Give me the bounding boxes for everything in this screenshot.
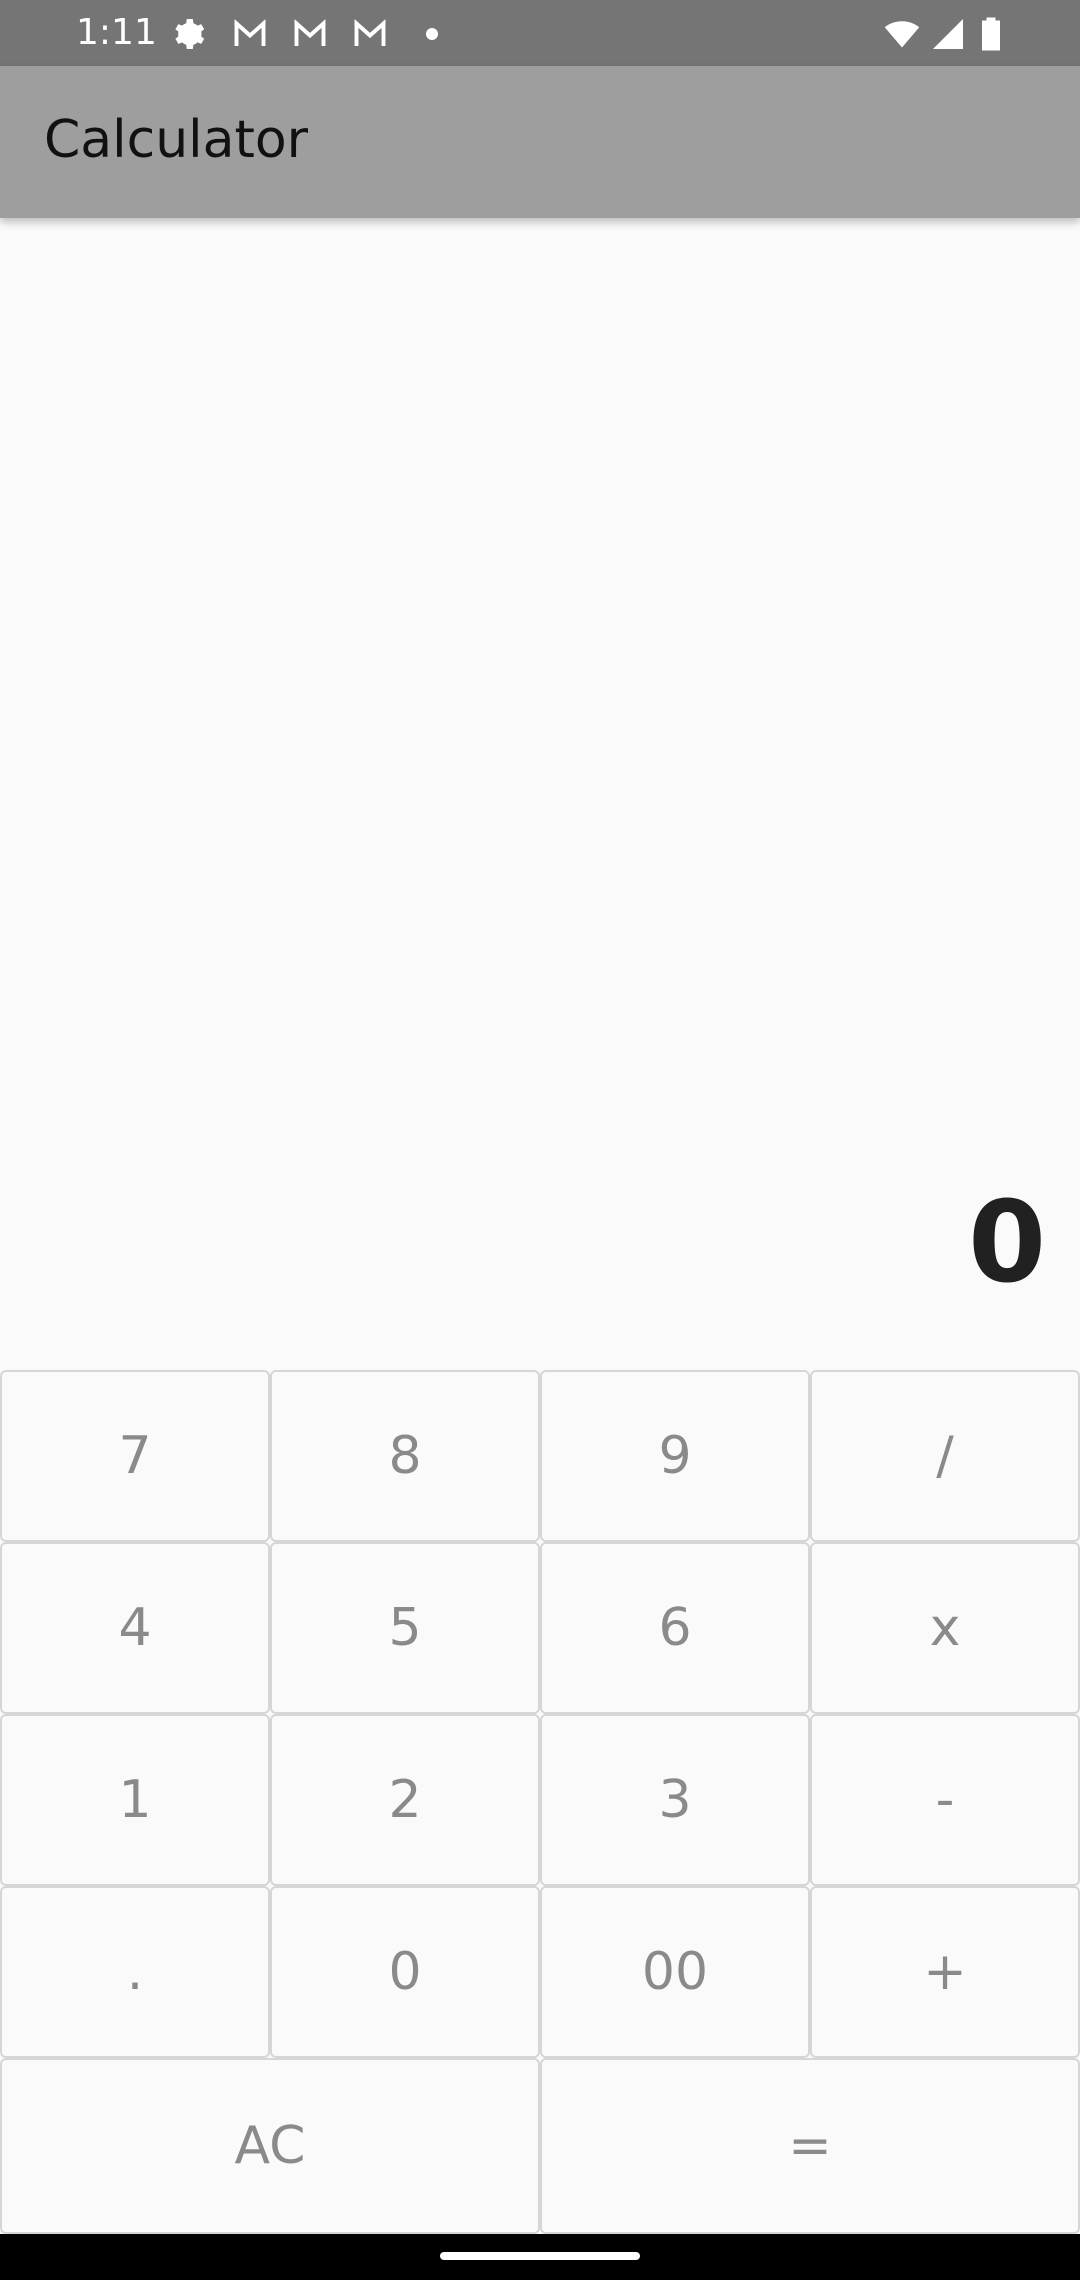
settings-icon	[170, 16, 206, 52]
app-bar: Calculator	[0, 66, 1080, 218]
key-subtract[interactable]: -	[810, 1714, 1080, 1886]
gmail-icon	[350, 16, 390, 52]
key-divide[interactable]: /	[810, 1370, 1080, 1542]
key-00[interactable]: 00	[540, 1886, 810, 2058]
key-0[interactable]: 0	[270, 1886, 540, 2058]
dot-icon	[414, 16, 450, 52]
keypad: 7 8 9 / 4 5 6 x 1 2 3 - . 0 00 + AC =	[0, 1370, 1080, 2234]
battery-icon	[978, 16, 1004, 52]
gmail-icon	[230, 16, 270, 52]
page-title: Calculator	[44, 110, 309, 170]
home-gesture-handle[interactable]	[440, 2252, 640, 2260]
key-equals[interactable]: =	[540, 2058, 1080, 2234]
status-bar: 1:11	[0, 0, 1080, 66]
key-decimal[interactable]: .	[0, 1886, 270, 2058]
gmail-icon	[290, 16, 330, 52]
navigation-bar	[0, 2234, 1080, 2280]
key-multiply[interactable]: x	[810, 1542, 1080, 1714]
display-value: 0	[968, 1178, 1046, 1308]
key-all-clear[interactable]: AC	[0, 2058, 540, 2234]
signal-icon	[930, 16, 966, 52]
key-4[interactable]: 4	[0, 1542, 270, 1714]
key-5[interactable]: 5	[270, 1542, 540, 1714]
status-time: 1:11	[76, 12, 157, 53]
key-2[interactable]: 2	[270, 1714, 540, 1886]
wifi-icon	[880, 16, 924, 52]
key-7[interactable]: 7	[0, 1370, 270, 1542]
calculator-display: 0	[0, 218, 1080, 1370]
key-1[interactable]: 1	[0, 1714, 270, 1886]
key-3[interactable]: 3	[540, 1714, 810, 1886]
key-add[interactable]: +	[810, 1886, 1080, 2058]
key-9[interactable]: 9	[540, 1370, 810, 1542]
key-6[interactable]: 6	[540, 1542, 810, 1714]
key-8[interactable]: 8	[270, 1370, 540, 1542]
